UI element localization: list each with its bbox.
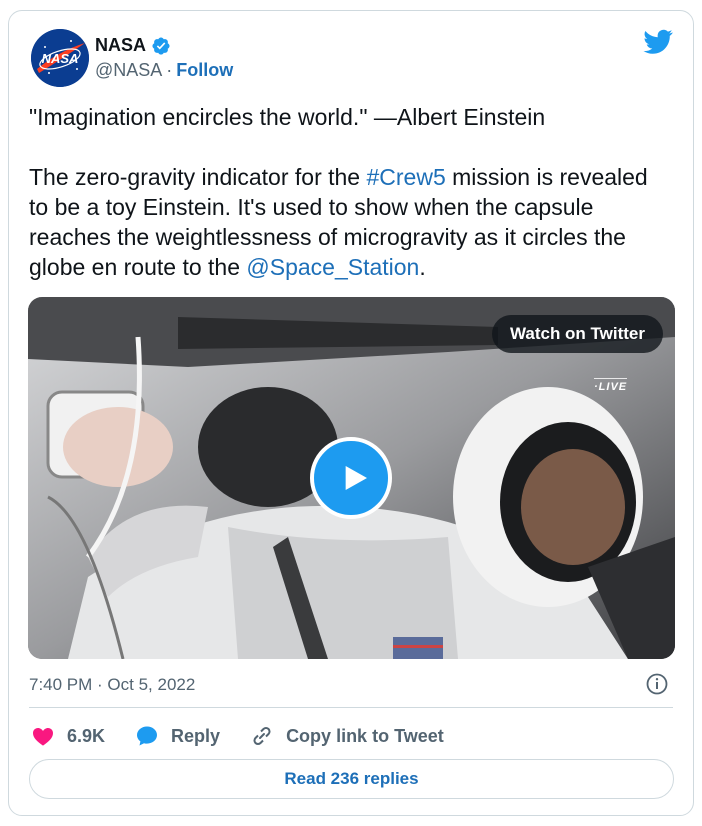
nasa-logo-text: NASA (42, 51, 79, 66)
author-handle-row: @NASA · Follow (95, 60, 233, 81)
tweet-text: "Imagination encircles the world." —Albe… (29, 102, 669, 282)
play-icon (345, 466, 367, 490)
info-icon[interactable] (645, 672, 669, 696)
tweet-body-start: The zero-gravity indicator for the (29, 164, 367, 190)
heart-icon (33, 728, 53, 746)
like-count: 6.9K (67, 725, 106, 746)
twitter-bird-icon[interactable] (643, 29, 673, 55)
play-button[interactable] (310, 437, 392, 519)
like-button[interactable]: 6.9K (31, 724, 105, 748)
author-name-row: NASA (95, 35, 171, 56)
verified-badge-icon (152, 36, 170, 55)
mention-link[interactable]: @Space_Station (246, 254, 419, 280)
watch-on-twitter-button[interactable]: Watch on Twitter (491, 315, 663, 353)
tweet-quote-line: "Imagination encircles the world." —Albe… (29, 104, 546, 130)
reply-bubble-icon (137, 726, 158, 746)
copy-link-label: Copy link to Tweet (286, 725, 444, 746)
read-replies-button[interactable]: Read 236 replies (29, 759, 674, 799)
reply-button[interactable]: Reply (135, 724, 220, 748)
hashtag-link[interactable]: #Crew5 (366, 164, 445, 190)
tweet-actions: 6.9K Reply Copy link to Tweet (31, 721, 474, 751)
link-icon (253, 726, 271, 746)
live-label: LIVE (598, 381, 628, 393)
live-badge: ·LIVE (594, 378, 628, 393)
avatar[interactable]: NASA (31, 29, 89, 87)
author-handle[interactable]: @NASA (95, 60, 162, 80)
divider (29, 707, 673, 708)
handle-separator: · (166, 60, 173, 80)
tweet-card: NASA NASA @NASA · Follow "Imagination enci… (8, 10, 694, 816)
tweet-body-end: . (419, 254, 426, 280)
follow-button[interactable]: Follow (176, 60, 233, 80)
reply-label: Reply (171, 725, 221, 746)
video-player[interactable]: Watch on Twitter ·LIVE (28, 297, 675, 659)
author-name[interactable]: NASA (95, 35, 146, 56)
copy-link-button[interactable]: Copy link to Tweet (250, 724, 444, 748)
tweet-timestamp[interactable]: 7:40 PM · Oct 5, 2022 (29, 675, 195, 695)
nasa-logo: NASA (31, 29, 89, 87)
